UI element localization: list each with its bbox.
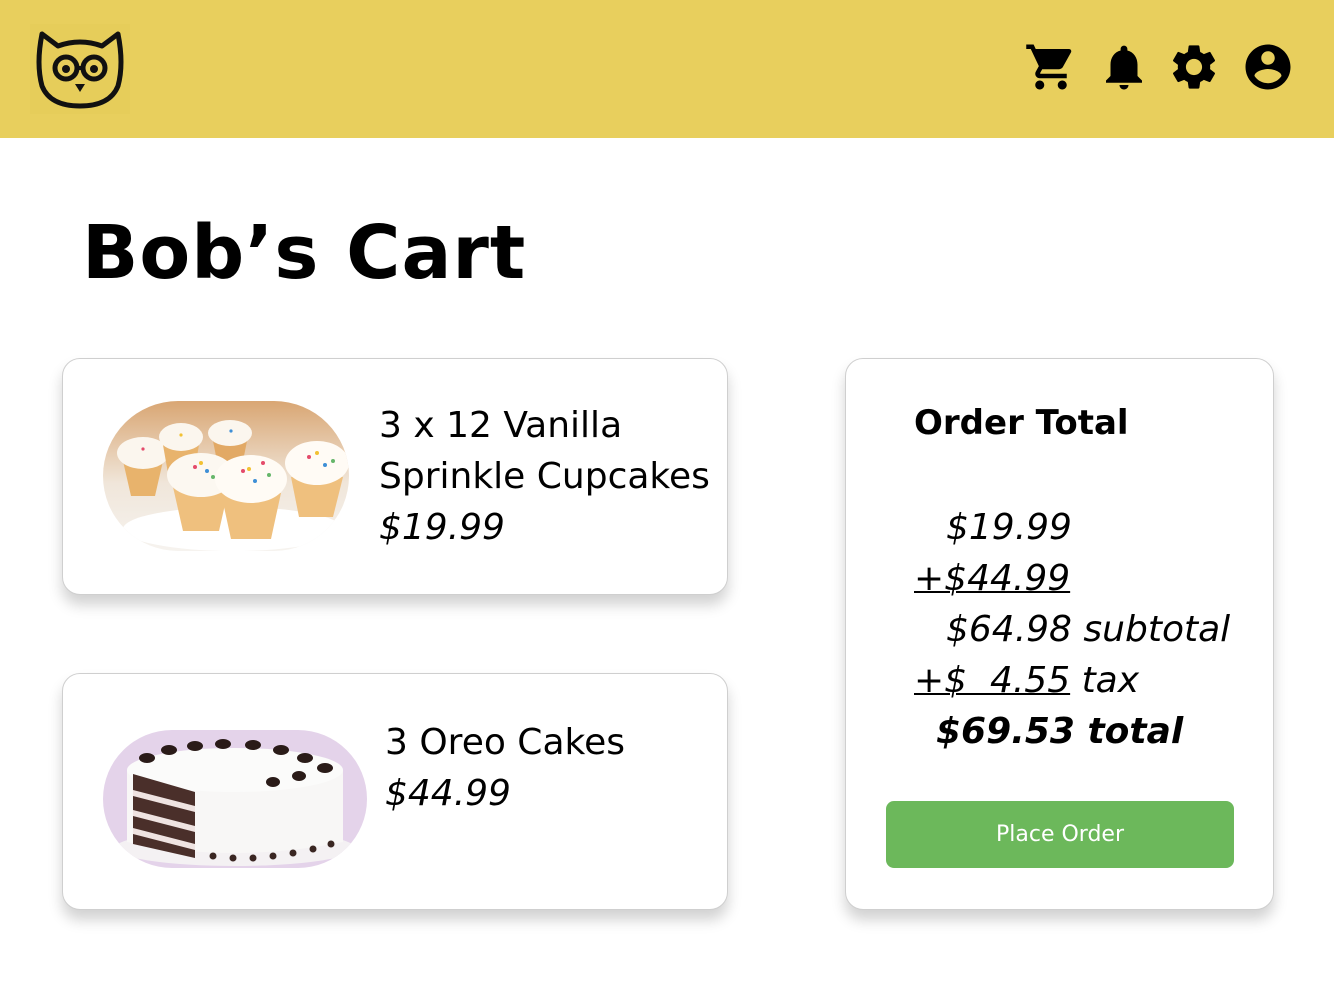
item-price: $44.99 [385,773,511,814]
top-nav-bar [0,0,1334,138]
gear-icon[interactable] [1167,40,1221,94]
place-order-button[interactable]: Place Order [886,801,1234,868]
account-icon[interactable] [1241,40,1295,94]
cart-item-card: 3 x 12 Vanilla Sprinkle Cupcakes $19.99 [62,358,728,595]
tax-line: +$ 4.55 tax [914,655,1139,706]
cart-icon[interactable] [1024,40,1078,94]
order-total-title: Order Total [914,403,1129,443]
item-1-amount: $19.99 [946,507,1072,548]
owl-logo-icon[interactable] [30,24,130,114]
vanilla-sprinkle-cupcakes-image [103,401,349,551]
subtotal-line: $64.98 subtotal [946,609,1231,650]
page-title: Bob’s Cart [82,210,527,296]
tax-amount: +$ 4.55 [914,660,1071,701]
order-total-card: Order Total $19.99 +$44.99 $64.98 subtot… [845,358,1274,910]
item-name-line-1: 3 x 12 Vanilla [379,405,623,446]
item-price: $19.99 [379,507,505,548]
oreo-cake-image [103,730,367,868]
cart-item-card: 3 Oreo Cakes $44.99 [62,673,728,910]
item-name-line-1: 3 Oreo Cakes [385,722,625,763]
item-name-line-2: Sprinkle Cupcakes [379,456,710,497]
total-line: $69.53 total [936,711,1184,752]
tax-label: tax [1070,660,1140,701]
item-2-amount: +$44.99 [914,558,1071,599]
bell-icon[interactable] [1097,40,1151,94]
